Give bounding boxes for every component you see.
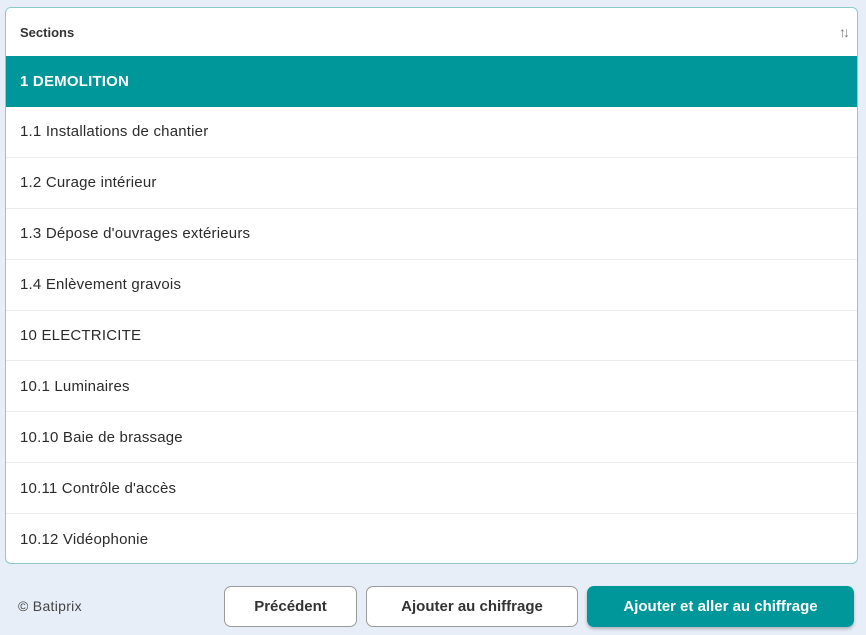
sections-table: Sections ↑↓ 1 DEMOLITION 1.1 Installatio… xyxy=(5,7,858,564)
table-row[interactable]: 10.12 Vidéophonie xyxy=(6,514,857,563)
row-label: 1.4 Enlèvement gravois xyxy=(20,276,182,294)
table-row[interactable]: 10 ELECTRICITE xyxy=(6,311,857,362)
row-label: 10 ELECTRICITE xyxy=(20,327,142,344)
row-label: 1.3 Dépose d'ouvrages extérieurs xyxy=(20,225,251,243)
row-label: 1 DEMOLITION xyxy=(20,73,130,90)
row-label: 10.12 Vidéophonie xyxy=(20,531,149,549)
table-row[interactable]: 1.4 Enlèvement gravois xyxy=(6,260,857,311)
add-to-quote-button[interactable]: Ajouter au chiffrage xyxy=(366,586,578,627)
add-and-go-to-quote-button[interactable]: Ajouter et aller au chiffrage xyxy=(587,586,854,627)
footer-bar: © Batiprix Précédent Ajouter au chiffrag… xyxy=(0,570,866,635)
table-header: Sections ↑↓ xyxy=(6,8,857,56)
row-label: 10.11 Contrôle d'accès xyxy=(20,479,177,497)
table-row[interactable]: 10.11 Contrôle d'accès xyxy=(6,463,857,515)
table-row[interactable]: 1.3 Dépose d'ouvrages extérieurs xyxy=(6,209,857,260)
row-label: 10.1 Luminaires xyxy=(20,377,130,395)
table-row[interactable]: 1 DEMOLITION xyxy=(6,56,857,107)
table-row[interactable]: 10.10 Baie de brassage xyxy=(6,412,857,464)
row-label: 10.10 Baie de brassage xyxy=(20,428,183,446)
table-row[interactable]: 1.2 Curage intérieur xyxy=(6,158,857,209)
table-row[interactable]: 1.1 Installations de chantier xyxy=(6,107,857,158)
row-label: 1.2 Curage intérieur xyxy=(20,174,157,192)
table-row[interactable]: 10.1 Luminaires xyxy=(6,361,857,413)
sort-icon[interactable]: ↑↓ xyxy=(839,25,850,39)
sections-list: 1 DEMOLITION 1.1 Installations de chanti… xyxy=(6,56,857,563)
sections-column-header: Sections xyxy=(20,24,75,40)
row-label: 1.1 Installations de chantier xyxy=(20,123,209,141)
previous-button[interactable]: Précédent xyxy=(224,586,357,627)
copyright-text: © Batiprix xyxy=(18,598,82,614)
